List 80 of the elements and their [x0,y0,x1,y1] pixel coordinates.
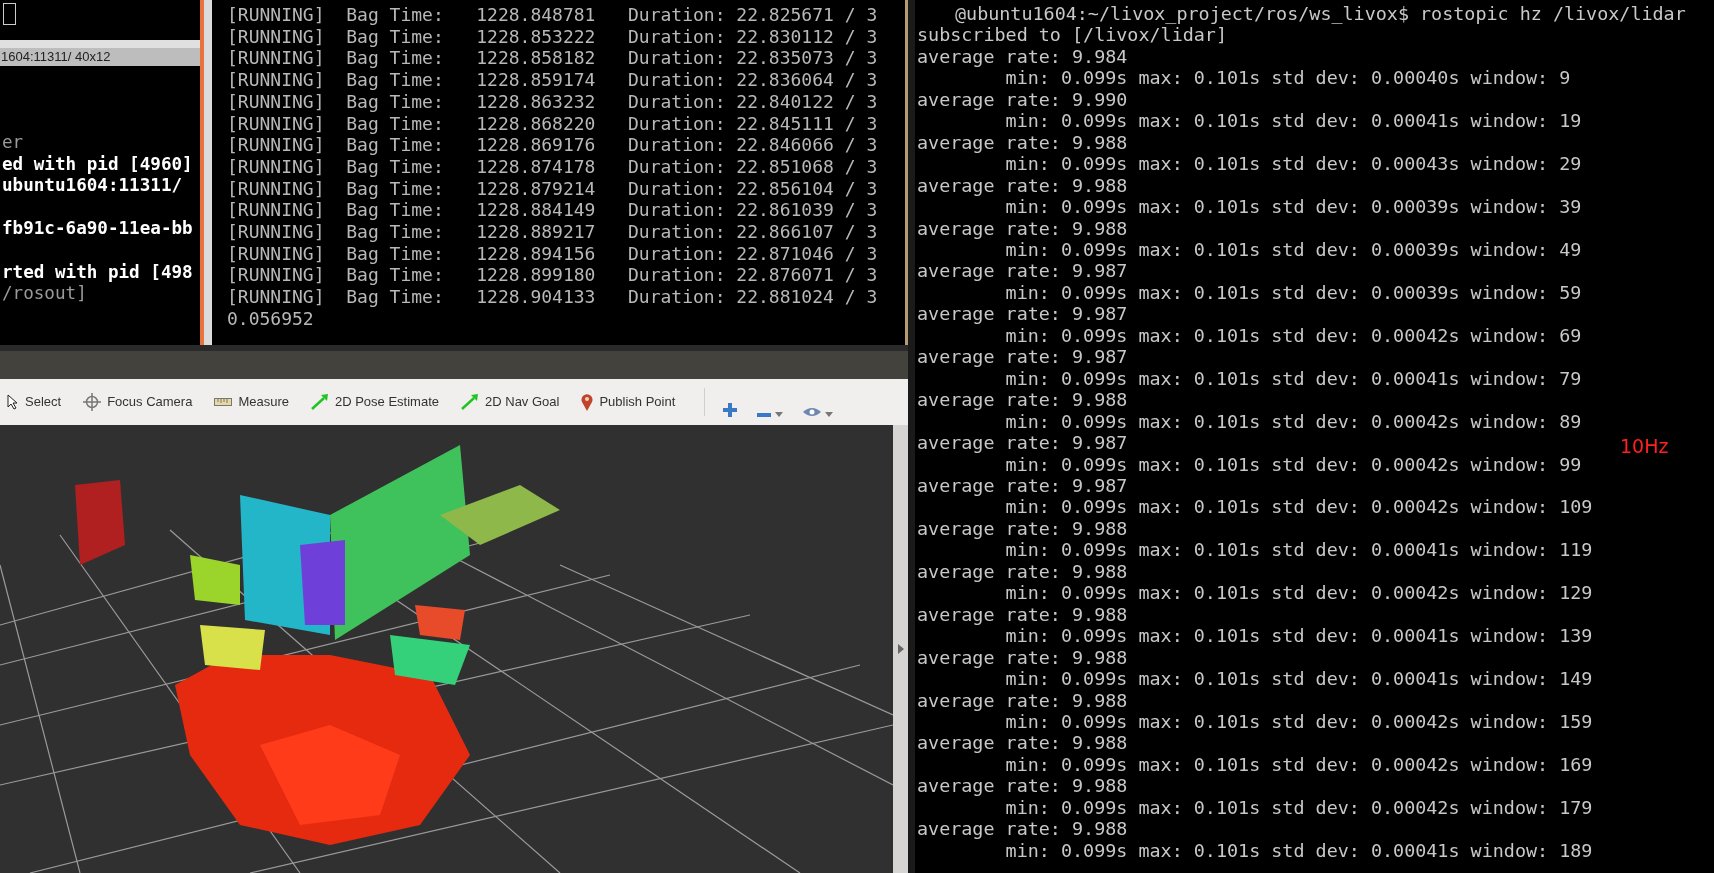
terminal-line: [RUNNING] Bag Time: 1228.904133 Duration: 22.881024 / 3 [227,286,879,308]
terminal-line: min: 0.099s max: 0.101s std dev: 0.00042s window: 179 [1005,796,1593,819]
minus-icon [757,413,772,417]
terminal-line: min: 0.099s max: 0.101s std dev: 0.00040s window: 9 [1005,67,1571,89]
eye-icon [803,407,822,417]
terminal-line: average rate: 9.988 [917,646,1128,669]
terminal-line: min: 0.099s max: 0.101s std dev: 0.00041s window: 139 [1005,625,1593,647]
terminal-line: average rate: 9.987 [917,432,1128,454]
terminal-line: min: 0.099s max: 0.101s std dev: 0.00042s window: 89 [1005,410,1582,433]
terminal-line: average rate: 9.988 [917,217,1128,239]
terminal-line: average rate: 9.987 [917,474,1128,497]
map-pin-icon [581,393,594,411]
terminal-line: er [1,132,25,154]
tool-button[interactable]: 2D Pose Estimate [307,387,442,417]
terminal-line: min: 0.099s max: 0.101s std dev: 0.00042s window: 109 [1005,496,1593,518]
terminal-title: 1604:11311/ 40x12 [0,48,200,66]
terminal-line: average rate: 9.988 [917,775,1128,797]
terminal-line: average rate: 9.988 [917,689,1128,711]
terminal-line: [RUNNING] Bag Time: 1228.858182 Duration: 22.835073 / 3 [227,47,879,70]
terminal-line: rted with pid [498 [1,261,194,284]
annotation-label: 10Hz [1620,434,1669,458]
terminal-line: [RUNNING] Bag Time: 1228.884149 Duration: 22.861039 / 3 [227,199,879,222]
terminal-line: average rate: 9.987 [917,346,1128,368]
terminal-line: [RUNNING] Bag Time: 1228.879214 Duration: 22.856104 / 3 [227,177,879,200]
arrow-icon [461,394,479,410]
terminal-line: min: 0.099s max: 0.101s std dev: 0.00041s window: 79 [1005,367,1582,390]
terminal-line: [RUNNING] Bag Time: 1228.899180 Duration: 22.876071 / 3 [227,264,879,287]
terminal-line: min: 0.099s max: 0.101s std dev: 0.00039s window: 49 [1005,239,1582,261]
crosshair-icon [83,393,102,411]
expand-arrow-icon[interactable] [897,644,904,654]
terminal-line: min: 0.099s max: 0.101s std dev: 0.00041s window: 189 [1005,839,1593,862]
terminal-cursor [3,3,16,25]
terminal-line: min: 0.099s max: 0.101s std dev: 0.00041s window: 19 [1005,110,1582,132]
terminal-line: average rate: 9.988 [917,732,1128,754]
terminal-line: [RUNNING] Bag Time: 1228.889217 Duration: 22.866107 / 3 [227,221,879,243]
terminal-line: [RUNNING] Bag Time: 1228.859174 Duration: 22.836064 / 3 [227,69,879,91]
terminal-line: ed with pid [4960] [1,153,194,176]
terminal-line: min: 0.099s max: 0.101s std dev: 0.00042s window: 69 [1005,324,1582,347]
terminal-line: [RUNNING] Bag Time: 1228.853222 Duration: 22.830112 / 3 [227,25,879,48]
terminal-line: min: 0.099s max: 0.101s std dev: 0.00041s window: 119 [1005,539,1593,561]
terminal-line: subscribed to [/livox/lidar] [917,24,1228,46]
tool-button[interactable]: Publish Point [578,387,679,417]
plus-icon [723,403,738,417]
terminal-line: average rate: 9.988 [917,389,1128,411]
terminal-line: average rate: 9.988 [917,174,1128,197]
tool-button[interactable]: 2D Nav Goal [458,387,563,417]
terminal-line: min: 0.099s max: 0.101s std dev: 0.00043s window: 29 [1005,153,1582,175]
terminal-line: average rate: 9.988 [917,560,1128,583]
terminal-line: average rate: 9.988 [917,818,1128,840]
terminal-line: min: 0.099s max: 0.101s std dev: 0.00041s window: 149 [1005,668,1593,690]
terminal-line: min: 0.099s max: 0.101s std dev: 0.00042s window: 169 [1005,753,1593,776]
terminal-line: average rate: 9.984 [917,45,1128,68]
terminal-line: fb91c-6a90-11ea-bb [1,218,194,240]
arrow-icon [310,394,329,410]
terminal-line: @ubuntu1604:~/livox_project/ros/ws_livox$ rostopic hz /livox/lidar [955,3,1686,25]
terminal-line: ubuntu1604:11311/ [1,175,184,197]
terminal-line: 0.056952 [227,307,315,330]
terminal-line: average rate: 9.990 [917,88,1128,111]
terminal-line: [RUNNING] Bag Time: 1228.868220 Duration: 22.845111 / 3 [227,112,879,135]
tool-button[interactable]: Select [4,387,65,417]
terminal-line: average rate: 9.987 [917,260,1128,282]
terminal-line: [RUNNING] Bag Time: 1228.848781 Duration: 22.825671 / 3 [227,4,879,26]
terminal-line: min: 0.099s max: 0.101s std dev: 0.00039s window: 39 [1005,196,1582,218]
tool-button[interactable]: Focus Camera [80,387,196,417]
terminal-line: average rate: 9.988 [917,517,1128,540]
terminal-line: average rate: 9.987 [917,303,1128,325]
terminal-line: min: 0.099s max: 0.101s std dev: 0.00039s window: 59 [1005,281,1582,304]
terminal-line: [RUNNING] Bag Time: 1228.894156 Duration: 22.871046 / 3 [227,242,879,265]
cursor-icon [7,394,19,410]
terminal-line: min: 0.099s max: 0.101s std dev: 0.00042s window: 99 [1005,453,1582,475]
terminal-line: min: 0.099s max: 0.101s std dev: 0.00042s window: 129 [1005,582,1593,604]
ruler-icon [214,398,233,406]
tool-button[interactable]: Measure [211,387,292,417]
terminal-line: /rosout] [1,283,88,305]
terminal-line: [RUNNING] Bag Time: 1228.874178 Duration: 22.851068 / 3 [227,155,879,178]
terminal-line: [RUNNING] Bag Time: 1228.869176 Duration: 22.846066 / 3 [227,134,879,156]
terminal-line: average rate: 9.988 [917,131,1128,154]
terminal-line: average rate: 9.988 [917,603,1128,626]
terminal-line: min: 0.099s max: 0.101s std dev: 0.00042s window: 159 [1005,710,1593,733]
terminal-line: [RUNNING] Bag Time: 1228.863232 Duration: 22.840122 / 3 [227,90,879,113]
